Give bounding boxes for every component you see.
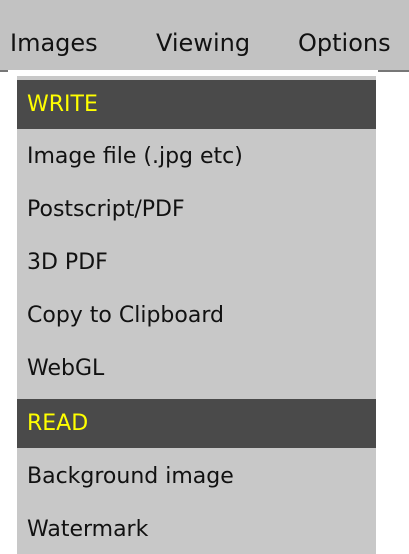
menu-bar-divider [8, 70, 378, 73]
menu-viewing[interactable]: Viewing [156, 26, 250, 60]
menu-item-image-file[interactable]: Image file (.jpg etc) [17, 132, 376, 181]
read-section-header: READ [17, 399, 376, 448]
images-dropdown-menu: WRITE Image file (.jpg etc) Postscript/P… [17, 76, 376, 554]
write-section-header: WRITE [17, 80, 376, 129]
menu-bar: Images Viewing Options [0, 0, 409, 73]
menu-item-3d-pdf[interactable]: 3D PDF [17, 238, 376, 287]
menu-item-webgl[interactable]: WebGL [17, 344, 376, 393]
menu-item-copy-to-clipboard[interactable]: Copy to Clipboard [17, 291, 376, 340]
menu-item-background-image[interactable]: Background image [17, 452, 376, 501]
menu-images[interactable]: Images [10, 26, 98, 60]
menu-item-postscript-pdf[interactable]: Postscript/PDF [17, 185, 376, 234]
menu-item-watermark[interactable]: Watermark [17, 505, 376, 554]
menu-options[interactable]: Options [298, 26, 391, 60]
